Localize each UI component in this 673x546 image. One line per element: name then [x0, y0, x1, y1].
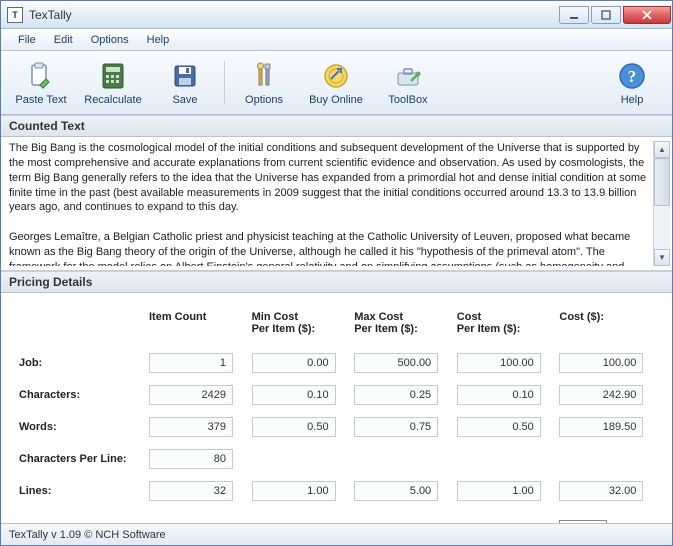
- total-cost-label: Total Cost ($):: [453, 509, 556, 523]
- menu-options[interactable]: Options: [82, 32, 138, 48]
- label-characters: Characters:: [15, 381, 145, 409]
- lines-min[interactable]: 1.00: [252, 481, 336, 501]
- toolbox-icon: [392, 60, 424, 92]
- col-item-count: Item Count: [145, 307, 248, 345]
- row-cpl: Characters Per Line: 80: [15, 445, 658, 473]
- options-button[interactable]: Options: [228, 54, 300, 112]
- col-max-cost: Max Cost Per Item ($):: [350, 307, 453, 345]
- label-job: Job:: [15, 349, 145, 377]
- scroll-up-button[interactable]: ▲: [654, 141, 670, 158]
- scroll-thumb[interactable]: [654, 158, 670, 206]
- maximize-button[interactable]: [591, 6, 621, 24]
- svg-text:?: ?: [628, 67, 637, 86]
- help-label: Help: [621, 94, 644, 106]
- save-button[interactable]: Save: [149, 54, 221, 112]
- label-words: Words:: [15, 413, 145, 441]
- characters-count[interactable]: 2429: [149, 385, 233, 405]
- row-job: Job: 1 0.00 500.00 100.00 100.00: [15, 349, 658, 377]
- titlebar: T TexTally: [1, 1, 672, 29]
- toolbar-separator: [224, 61, 225, 105]
- row-characters: Characters: 2429 0.10 0.25 0.10 242.90: [15, 381, 658, 409]
- counted-text-content[interactable]: The Big Bang is the cosmological model o…: [9, 141, 653, 266]
- lines-cost: 32.00: [559, 481, 643, 501]
- job-per[interactable]: 100.00: [457, 353, 541, 373]
- toolbar: Paste Text Recalculate Save Options Buy: [1, 51, 672, 115]
- pricing-table: Item Count Min Cost Per Item ($): Max Co…: [15, 303, 658, 523]
- pricing-details-header: Pricing Details: [1, 271, 672, 293]
- paste-icon: [25, 60, 57, 92]
- col-min-cost: Min Cost Per Item ($):: [248, 307, 351, 345]
- words-cost: 189.50: [559, 417, 643, 437]
- row-words: Words: 379 0.50 0.75 0.50 189.50: [15, 413, 658, 441]
- total-cost-value[interactable]: 564.40: [559, 520, 607, 523]
- cpl-count[interactable]: 80: [149, 449, 233, 469]
- job-count[interactable]: 1: [149, 353, 233, 373]
- words-count[interactable]: 379: [149, 417, 233, 437]
- scroll-track[interactable]: [654, 158, 670, 249]
- job-cost: 100.00: [559, 353, 643, 373]
- save-label: Save: [172, 94, 197, 106]
- job-max[interactable]: 500.00: [354, 353, 438, 373]
- label-lines: Lines:: [15, 477, 145, 505]
- tools-icon: [248, 60, 280, 92]
- paste-text-button[interactable]: Paste Text: [5, 54, 77, 112]
- close-button[interactable]: [623, 6, 671, 24]
- help-icon: ?: [616, 60, 648, 92]
- words-min[interactable]: 0.50: [252, 417, 336, 437]
- col-cost: Cost ($):: [555, 307, 658, 345]
- scroll-down-button[interactable]: ▼: [654, 249, 670, 266]
- words-max[interactable]: 0.75: [354, 417, 438, 437]
- pricing-panel: Item Count Min Cost Per Item ($): Max Co…: [1, 293, 672, 523]
- characters-min[interactable]: 0.10: [252, 385, 336, 405]
- recalculate-label: Recalculate: [84, 94, 141, 106]
- menu-file[interactable]: File: [9, 32, 45, 48]
- app-window: T TexTally File Edit Options Help Paste …: [0, 0, 673, 546]
- recalculate-button[interactable]: Recalculate: [77, 54, 149, 112]
- characters-max[interactable]: 0.25: [354, 385, 438, 405]
- menu-help[interactable]: Help: [138, 32, 179, 48]
- calculator-icon: [97, 60, 129, 92]
- buy-online-button[interactable]: Buy Online: [300, 54, 372, 112]
- counted-text-header: Counted Text: [1, 115, 672, 137]
- row-lines: Lines: 32 1.00 5.00 1.00 32.00: [15, 477, 658, 505]
- statusbar: TexTally v 1.09 © NCH Software: [1, 523, 672, 545]
- minimize-button[interactable]: [559, 6, 589, 24]
- app-icon: T: [7, 7, 23, 23]
- lines-per[interactable]: 1.00: [457, 481, 541, 501]
- window-buttons: [558, 6, 672, 24]
- characters-cost: 242.90: [559, 385, 643, 405]
- label-cpl: Characters Per Line:: [15, 445, 145, 473]
- statusbar-text: TexTally v 1.09 © NCH Software: [9, 529, 166, 541]
- lines-count[interactable]: 32: [149, 481, 233, 501]
- toolbox-label: ToolBox: [388, 94, 427, 106]
- buy-icon: [320, 60, 352, 92]
- lines-max[interactable]: 5.00: [354, 481, 438, 501]
- col-cost-per: Cost Per Item ($):: [453, 307, 556, 345]
- vertical-scrollbar[interactable]: ▲ ▼: [653, 141, 670, 266]
- counted-text-area: The Big Bang is the cosmological model o…: [1, 137, 672, 271]
- pricing-header-row: Item Count Min Cost Per Item ($): Max Co…: [15, 307, 658, 345]
- job-min[interactable]: 0.00: [252, 353, 336, 373]
- window-title: TexTally: [29, 8, 558, 22]
- save-icon: [169, 60, 201, 92]
- characters-per[interactable]: 0.10: [457, 385, 541, 405]
- toolbox-button[interactable]: ToolBox: [372, 54, 444, 112]
- menu-edit[interactable]: Edit: [45, 32, 82, 48]
- buy-label: Buy Online: [309, 94, 363, 106]
- paste-label: Paste Text: [15, 94, 66, 106]
- options-label: Options: [245, 94, 283, 106]
- words-per[interactable]: 0.50: [457, 417, 541, 437]
- menubar: File Edit Options Help: [1, 29, 672, 51]
- row-total: Total Cost ($): 564.40: [15, 509, 658, 523]
- help-button[interactable]: ? Help: [596, 54, 668, 112]
